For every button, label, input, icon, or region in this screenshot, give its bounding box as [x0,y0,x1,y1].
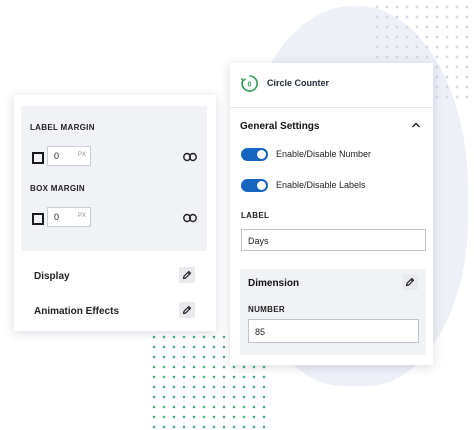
style-settings-panel: LABEL MARGIN 0 PX BOX MARGIN 0 PX Displa… [14,95,216,331]
label-input-value: Days [248,236,269,246]
chevron-up-icon[interactable] [411,121,421,129]
margin-box-icon [32,152,44,164]
general-settings-title[interactable]: General Settings [240,121,319,132]
animation-effects-row-label: Animation Effects [34,306,120,317]
label-input[interactable]: Days [241,229,426,251]
box-margin-unit: PX [77,213,86,219]
label-margin-title: LABEL MARGIN [30,123,95,132]
label-margin-unit: PX [77,152,86,158]
pencil-icon [182,270,192,280]
panel-header: 0 Circle Counter [230,63,433,108]
box-margin-value: 0 [54,212,60,222]
enable-number-label: Enable/Disable Number [276,149,372,159]
animation-effects-edit-button[interactable] [179,302,195,318]
dimension-title: Dimension [248,278,300,289]
enable-number-toggle[interactable] [241,148,268,161]
link-icon[interactable] [183,152,197,162]
link-icon[interactable] [183,213,197,223]
margin-settings-box: LABEL MARGIN 0 PX BOX MARGIN 0 PX [21,106,207,251]
panel-title: Circle Counter [267,78,330,88]
enable-labels-label: Enable/Disable Labels [276,180,366,190]
number-field-title: NUMBER [248,305,285,314]
label-margin-input[interactable]: 0 PX [47,146,91,166]
label-margin-value: 0 [54,151,60,161]
circle-counter-settings-panel: 0 Circle Counter General Settings Enable… [230,63,433,365]
display-edit-button[interactable] [179,267,195,283]
box-margin-title: BOX MARGIN [30,184,85,193]
box-margin-input[interactable]: 0 PX [47,207,91,227]
margin-box-icon [32,213,44,225]
number-input-value: 85 [255,327,266,337]
enable-labels-toggle[interactable] [241,179,268,192]
pencil-icon [182,305,192,315]
number-input[interactable]: 85 [248,319,419,343]
circle-counter-icon-digit: 0 [248,81,252,88]
dimension-section: Dimension NUMBER 85 [240,269,426,355]
circle-counter-icon: 0 [241,75,258,92]
dimension-edit-button[interactable] [402,274,418,290]
label-field-title: LABEL [241,211,270,220]
pencil-icon [405,277,415,287]
display-row-label: Display [34,271,70,282]
